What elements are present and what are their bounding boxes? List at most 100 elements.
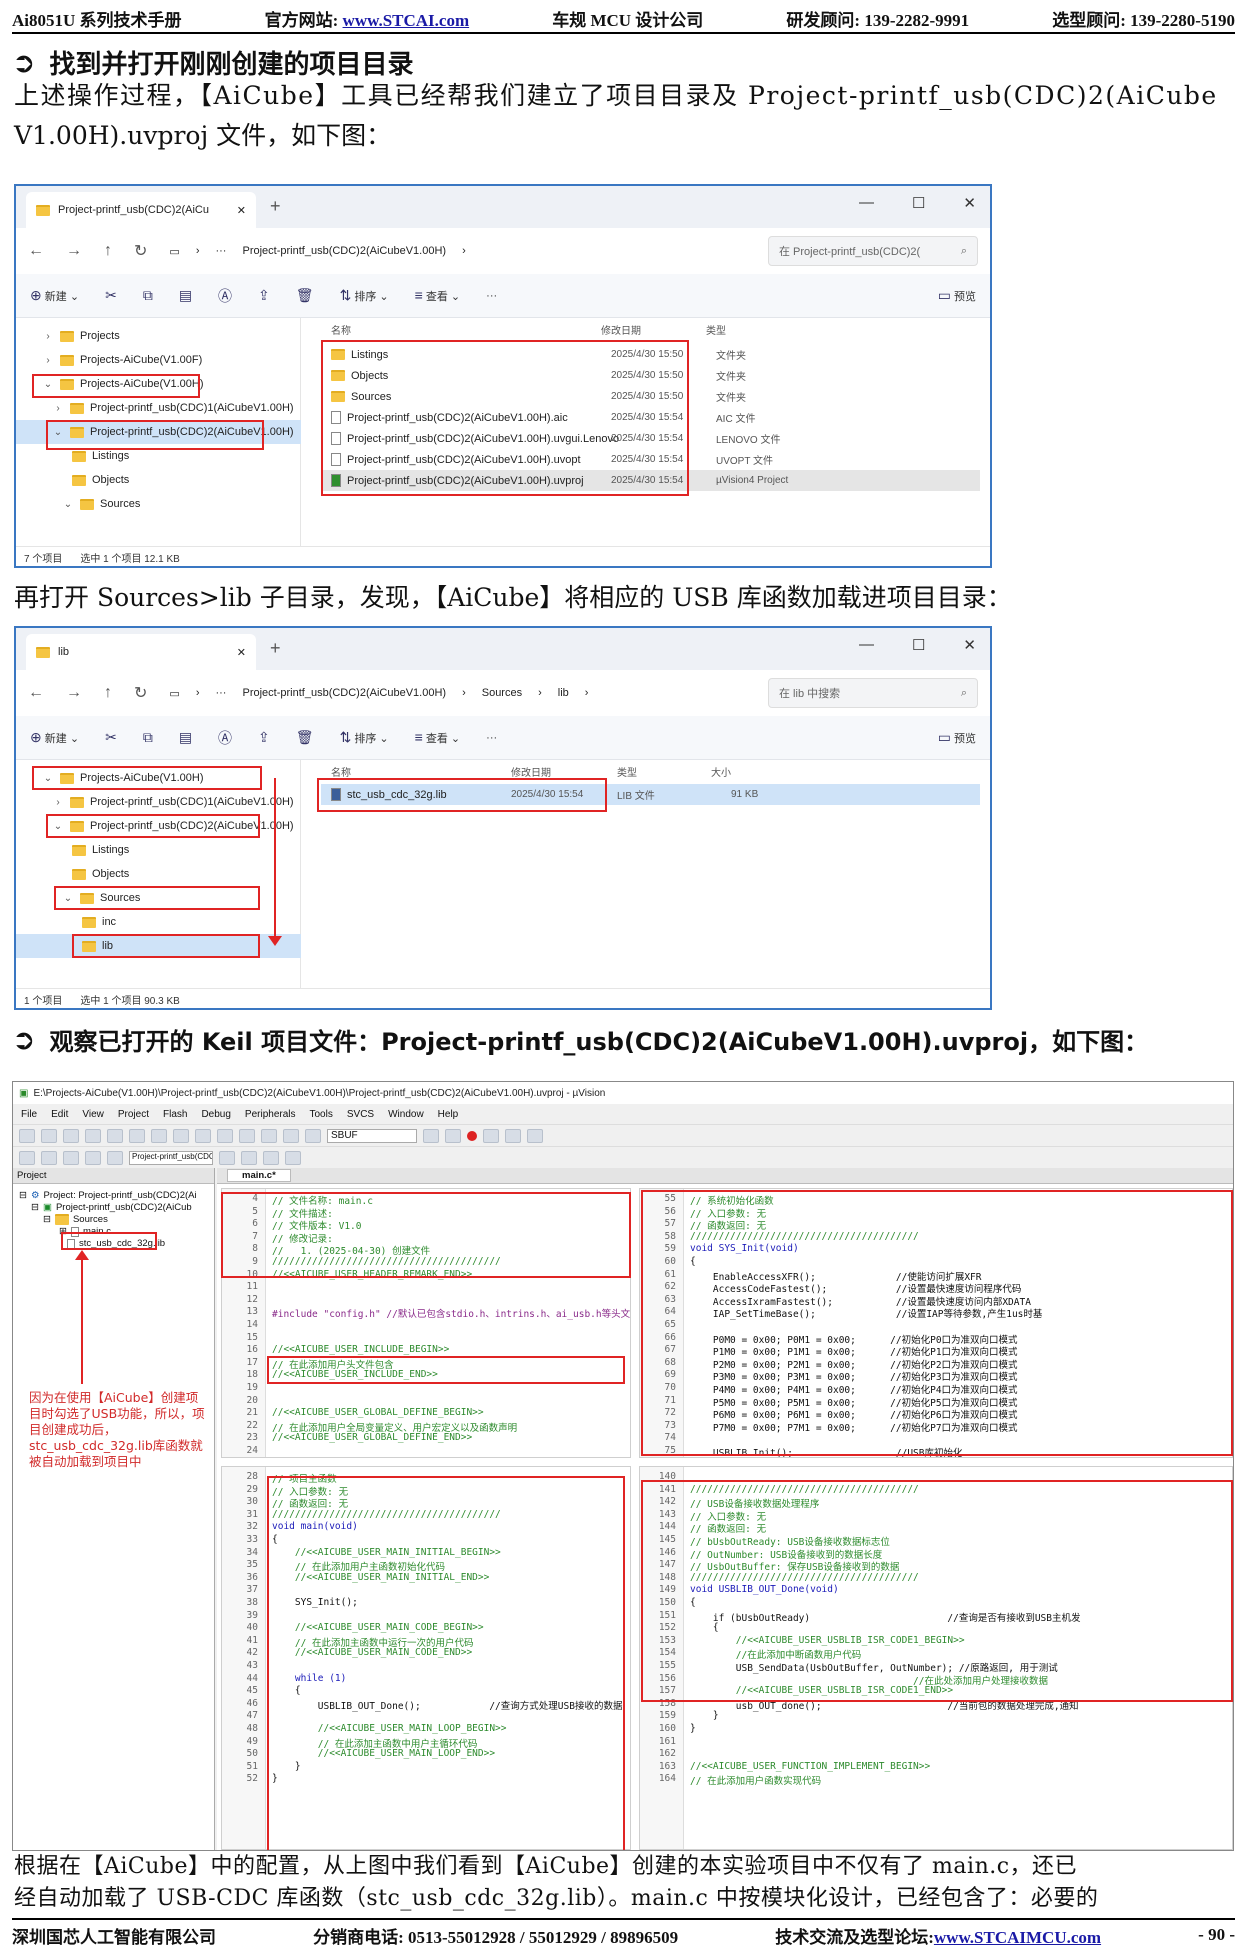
code-line[interactable]: 64 IAP_SetTimeBase(); //设置IAP等待参数,产生1us时… <box>640 1306 1232 1320</box>
code-line[interactable]: 12 <box>222 1294 630 1307</box>
code-line[interactable]: 68 P2M0 = 0x00; P2M1 = 0x00; //初始化P2口为准双… <box>640 1357 1232 1371</box>
code-line[interactable]: 34 //<<AICUBE_USER_MAIN_INITIAL_BEGIN>> <box>222 1547 630 1560</box>
up-icon[interactable]: ↑ <box>104 242 112 260</box>
code-line[interactable]: 29// 入口参数: 无 <box>222 1484 630 1498</box>
code-line[interactable]: 36 //<<AICUBE_USER_MAIN_INITIAL_END>> <box>222 1572 630 1585</box>
code-line[interactable]: 71 P5M0 = 0x00; P5M1 = 0x00; //初始化P5口为准双… <box>640 1395 1232 1409</box>
nav-item[interactable]: › Projects-AiCube(V1.00F) <box>42 348 202 372</box>
new-file-icon[interactable] <box>19 1128 35 1143</box>
code-line[interactable]: 67 P1M0 = 0x00; P1M1 = 0x00; //初始化P1口为准双… <box>640 1344 1232 1358</box>
file-row-selected[interactable]: stc_usb_cdc_32g.lib 2025/4/30 15:54 LIB 文件… <box>321 784 980 805</box>
code-line[interactable]: 153 //<<AICUBE_USER_USBLIB_ISR_CODE1_BEG… <box>640 1635 1232 1648</box>
build-icon[interactable] <box>41 1150 57 1165</box>
copy-icon[interactable] <box>129 1128 145 1143</box>
editor-tab[interactable]: main.c* <box>217 1168 1233 1184</box>
code-line[interactable]: 5// 文件描述: <box>222 1206 630 1220</box>
tree-target[interactable]: ⊟ ▣ Project-printf_usb(CDC)2(AiCub <box>31 1202 192 1213</box>
maximize-icon[interactable]: ☐ <box>912 194 925 212</box>
rename-icon[interactable]: Ⓐ <box>218 286 232 306</box>
code-line[interactable]: 59 void SYS_Init(void) <box>640 1243 1232 1256</box>
view-button[interactable]: ≡ 查看 ⌄ <box>415 287 461 304</box>
nav-item[interactable]: ⌄ Sources <box>62 886 141 910</box>
manage-icon[interactable] <box>241 1150 257 1165</box>
code-line[interactable]: 32 void main(void) <box>222 1521 630 1534</box>
code-line[interactable]: 140 <box>640 1471 1232 1484</box>
forward-icon[interactable]: → <box>66 684 82 702</box>
code-line[interactable]: 19 <box>222 1382 630 1395</box>
batch-build-icon[interactable] <box>85 1150 101 1165</box>
nav-item[interactable]: Listings <box>72 444 129 468</box>
code-line[interactable]: 162 <box>640 1748 1232 1761</box>
forum-link[interactable]: www.STCAIMCU.com <box>934 1928 1101 1947</box>
breakpoint-icon[interactable] <box>467 1130 477 1141</box>
code-line[interactable]: 150 { <box>640 1597 1232 1610</box>
back-icon[interactable]: ← <box>28 684 44 702</box>
code-line[interactable]: 44 while (1) <box>222 1673 630 1686</box>
paste-icon[interactable]: ▤ <box>179 729 192 746</box>
code-line[interactable]: 56// 入口参数: 无 <box>640 1206 1232 1220</box>
code-line[interactable]: 151 if (bUsbOutReady) //查询是否有接收到USB主机发 <box>640 1610 1232 1624</box>
share-icon[interactable]: ⇪ <box>258 287 270 304</box>
code-line[interactable]: 75 USBLIB_Init(); //USB库初始化 <box>640 1445 1232 1457</box>
paste-icon[interactable]: ▤ <box>179 287 192 304</box>
code-line[interactable]: 164 // 在此添加用户函数实现代码 <box>640 1773 1232 1787</box>
share-icon[interactable]: ⇪ <box>258 729 270 746</box>
code-line[interactable]: 145// bUsbOutReady: USB设备接收数据标志位 <box>640 1534 1232 1548</box>
new-button[interactable]: ⊕ 新建 ⌄ <box>30 287 79 304</box>
code-line[interactable]: 7// 修改记录: <box>222 1231 630 1245</box>
code-line[interactable]: 160} <box>640 1723 1232 1736</box>
copy-icon[interactable]: ⧉ <box>143 729 153 746</box>
redo-icon[interactable] <box>195 1128 211 1143</box>
close-tab-icon[interactable]: ✕ <box>237 646 246 659</box>
code-line[interactable]: 11 <box>222 1281 630 1294</box>
sort-button[interactable]: ⇅ 排序 ⌄ <box>340 287 389 304</box>
code-line[interactable]: 30// 函数返回: 无 <box>222 1496 630 1510</box>
file-row[interactable]: Project-printf_usb(CDC)2(AiCubeV1.00H).u… <box>321 449 980 470</box>
menu-project[interactable]: Project <box>118 1109 149 1120</box>
nav-item[interactable]: ⌄ Project-printf_usb(CDC)2(AiCubeV1.00H) <box>52 814 294 838</box>
code-line[interactable]: 157 //<<AICUBE_USER_USBLIB_ISR_CODE1_END… <box>640 1685 1232 1698</box>
menu-window[interactable]: Window <box>388 1109 424 1120</box>
file-row[interactable]: Objects 2025/4/30 15:50 文件夹 <box>321 365 980 386</box>
explorer1-tab[interactable]: Project-printf_usb(CDC)2(AiCu ✕ <box>26 192 256 228</box>
code-line[interactable]: 142// USB设备接收数据处理程序 <box>640 1496 1232 1510</box>
code-line[interactable]: 10 //<<AICUBE_USER_HEADER_REMARK_END>> <box>222 1269 630 1282</box>
code-line[interactable]: 39 <box>222 1610 630 1623</box>
code-line[interactable]: 65 <box>640 1319 1232 1332</box>
menu-view[interactable]: View <box>82 1109 104 1120</box>
nav-item[interactable]: Objects <box>72 862 129 886</box>
code-line[interactable]: 70 P4M0 = 0x00; P4M1 = 0x00; //初始化P4口为准双… <box>640 1382 1232 1396</box>
site-link[interactable]: www.STCAI.com <box>343 11 470 30</box>
nav-item[interactable]: ⌄ Sources <box>62 492 141 516</box>
code-line[interactable]: 155 USB_SendData(UsbOutBuffer, OutNumber… <box>640 1660 1232 1674</box>
code-line[interactable]: 57// 函数返回: 无 <box>640 1218 1232 1232</box>
explorer2-tab[interactable]: lib ✕ <box>26 634 256 670</box>
code-line[interactable]: 152 { <box>640 1622 1232 1635</box>
settings-icon[interactable] <box>527 1128 543 1143</box>
code-line[interactable]: 148 /////////////////////////////////////… <box>640 1572 1232 1585</box>
cut-icon[interactable]: ✂ <box>105 729 117 746</box>
code-line[interactable]: 24 <box>222 1445 630 1457</box>
code-line[interactable]: 147// UsbOutBuffer: 保存USB设备接收到的数据 <box>640 1559 1232 1573</box>
code-line[interactable]: 21 //<<AICUBE_USER_GLOBAL_DEFINE_BEGIN>> <box>222 1407 630 1420</box>
file-row-selected[interactable]: Project-printf_usb(CDC)2(AiCubeV1.00H).u… <box>321 470 980 491</box>
rte-icon[interactable] <box>285 1150 301 1165</box>
minimize-icon[interactable]: — <box>859 194 874 212</box>
tree-sources[interactable]: ⊟ Sources <box>43 1214 108 1225</box>
code-line[interactable]: 38 SYS_Init(); <box>222 1597 630 1610</box>
code-line[interactable]: 52} <box>222 1773 630 1786</box>
code-line[interactable]: 31 //////////////////////////////////////… <box>222 1509 630 1522</box>
nav-forward-icon[interactable] <box>239 1128 255 1143</box>
debug-icon[interactable] <box>483 1128 499 1143</box>
code-line[interactable]: 20 <box>222 1395 630 1408</box>
up-icon[interactable]: ↑ <box>104 684 112 702</box>
search-input[interactable]: 在 lib 中搜索 ⌕ <box>768 678 978 708</box>
code-line[interactable]: 143// 入口参数: 无 <box>640 1509 1232 1523</box>
nav-item[interactable]: › Project-printf_usb(CDC)1(AiCubeV1.00H) <box>52 396 293 420</box>
nav-back-icon[interactable] <box>217 1128 233 1143</box>
code-line[interactable]: 62 AccessCodeFastest(); //设置最快速度访问程序代码 <box>640 1281 1232 1295</box>
undo-icon[interactable] <box>173 1128 189 1143</box>
code-pane-1[interactable]: 4// 文件名称: main.c 5// 文件描述: 6// 文件版本: V1.0 7… <box>221 1188 631 1458</box>
file-row[interactable]: Sources 2025/4/30 15:50 文件夹 <box>321 386 980 407</box>
code-line[interactable]: 42 //<<AICUBE_USER_MAIN_CODE_END>> <box>222 1647 630 1660</box>
